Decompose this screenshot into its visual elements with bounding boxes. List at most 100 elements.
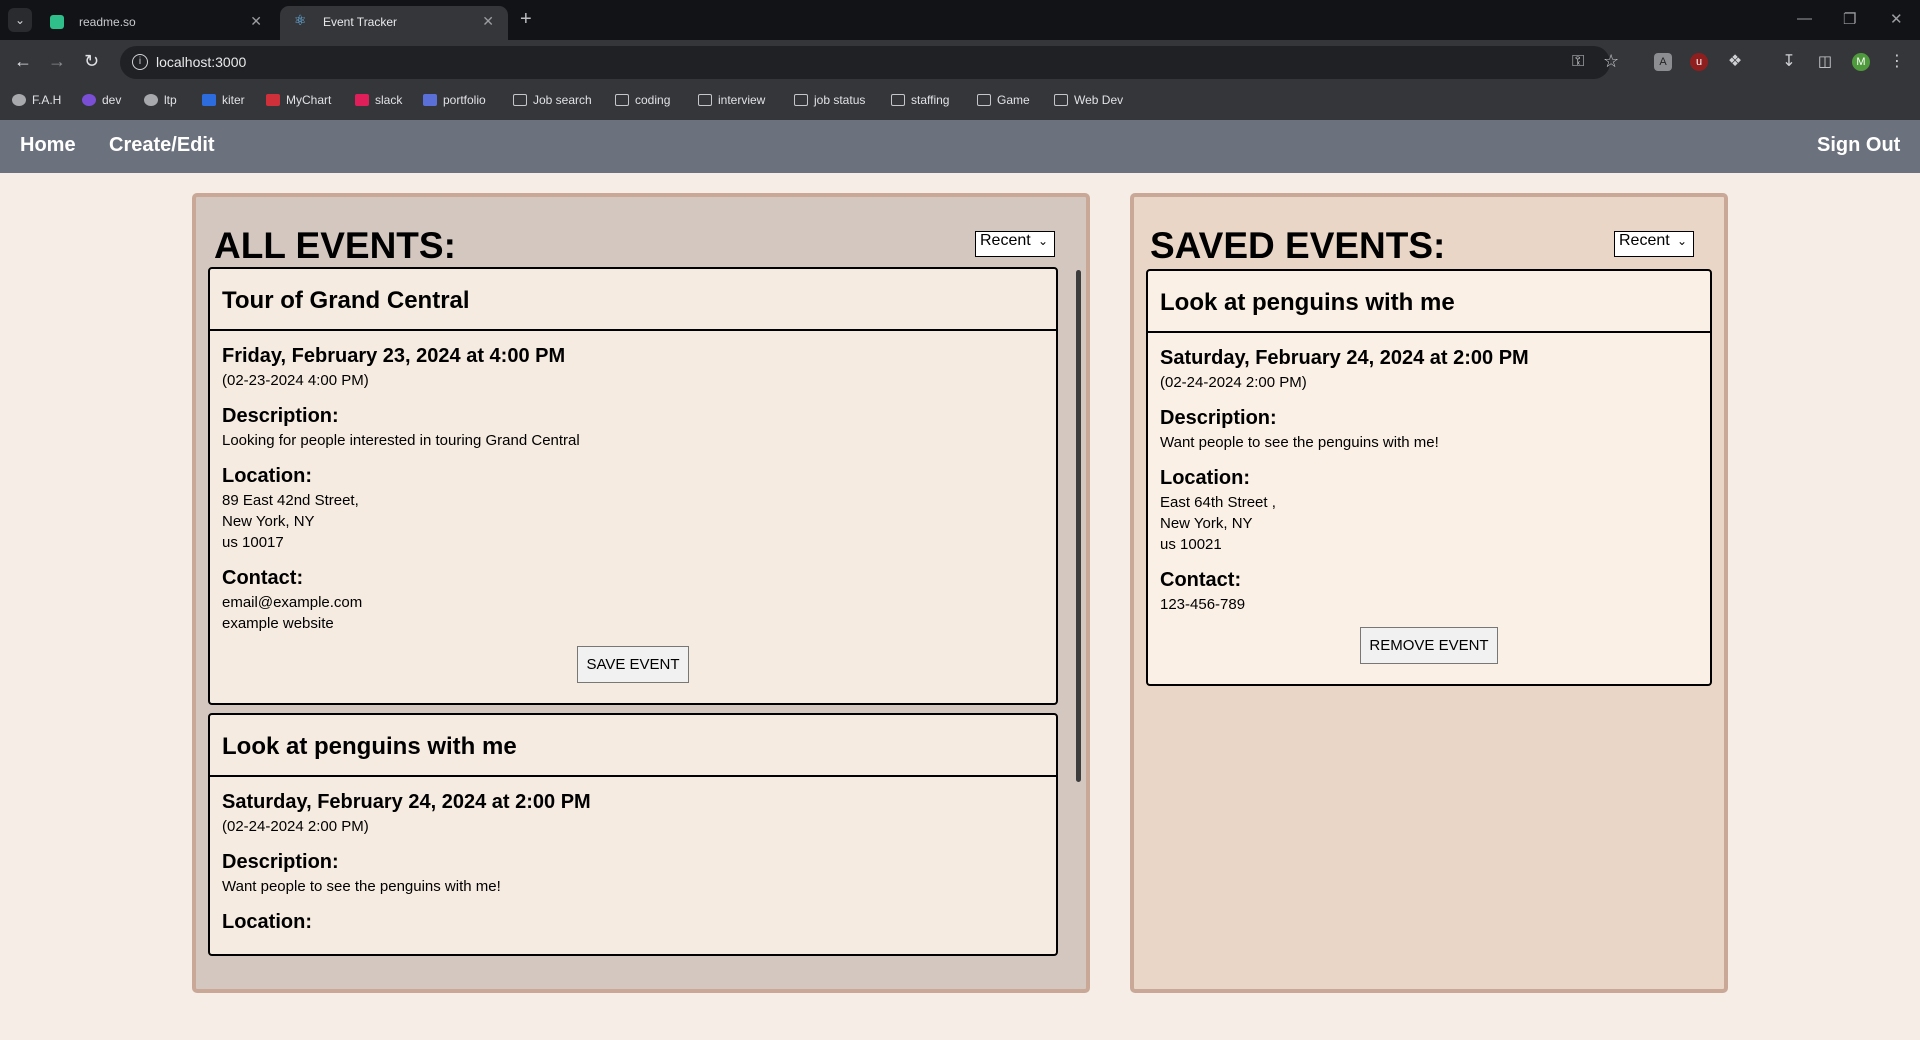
close-tab-icon[interactable]: ✕	[250, 13, 262, 30]
folder-icon	[977, 94, 991, 106]
bookmark-job-status[interactable]: job status	[794, 93, 865, 107]
saved-events-sort-select[interactable]: Recent ⌄	[1614, 231, 1694, 257]
readme-favicon-icon	[50, 15, 64, 29]
bookmark-kiter[interactable]: kiter	[202, 93, 245, 107]
extension-icon[interactable]: A	[1654, 53, 1672, 71]
extensions-puzzle-icon[interactable]: ❖	[1726, 53, 1744, 71]
event-details: Saturday, February 24, 2024 at 2:00 PM (…	[210, 777, 1056, 954]
location-line: 89 East 42nd Street,	[222, 492, 359, 509]
browser-tab-event-tracker[interactable]: ⚛ Event Tracker ✕	[280, 6, 508, 40]
bookmark-job-search[interactable]: Job search	[513, 93, 592, 107]
side-panel-icon[interactable]: ◫	[1816, 53, 1834, 71]
event-title: Look at penguins with me	[1148, 271, 1710, 333]
event-details: Friday, February 23, 2024 at 4:00 PM (02…	[210, 331, 1056, 703]
folder-icon	[698, 94, 712, 106]
close-tab-icon[interactable]: ✕	[482, 13, 494, 30]
all-events-list[interactable]: Tour of Grand Central Friday, February 2…	[208, 267, 1080, 965]
event-title: Look at penguins with me	[210, 715, 1056, 777]
globe-icon	[12, 94, 26, 106]
all-events-heading: ALL EVENTS:	[214, 225, 456, 266]
bookmark-fah[interactable]: F.A.H	[12, 93, 61, 107]
location-label: Location:	[1160, 467, 1250, 489]
menu-kebab-icon[interactable]: ⋮	[1888, 53, 1906, 71]
bookmark-mychart[interactable]: MyChart	[266, 93, 331, 107]
browser-tab-readme[interactable]: readme.so ✕	[36, 6, 276, 40]
url-text[interactable]: localhost:3000	[156, 54, 246, 70]
event-date-short: (02-24-2024 2:00 PM)	[1160, 374, 1307, 391]
bookmark-dev[interactable]: dev	[82, 93, 121, 107]
tab-search-chevron-icon[interactable]: ⌄	[8, 8, 32, 32]
mychart-icon	[266, 94, 280, 106]
bookmark-staffing[interactable]: staffing	[891, 93, 949, 107]
bookmark-slack[interactable]: slack	[355, 93, 402, 107]
location-label: Location:	[222, 465, 312, 487]
dev-icon	[82, 94, 96, 106]
sort-value: Recent	[1619, 232, 1670, 249]
bookmark-label: Game	[997, 93, 1030, 107]
nav-sign-out-link[interactable]: Sign Out	[1817, 134, 1900, 157]
browser-tab-strip: ⌄ readme.so ✕ ⚛ Event Tracker ✕ + — ❐ ✕	[0, 0, 1920, 40]
forward-arrow-icon[interactable]: →	[48, 51, 66, 72]
description-label: Description:	[222, 405, 339, 427]
globe-icon	[144, 94, 158, 106]
sort-value: Recent	[980, 232, 1031, 249]
saved-event-card: Look at penguins with me Saturday, Febru…	[1146, 269, 1712, 686]
download-icon[interactable]: ↧	[1780, 53, 1798, 71]
location-line: New York, NY	[1160, 515, 1253, 532]
all-events-sort-select[interactable]: Recent ⌄	[975, 231, 1055, 257]
location-line: New York, NY	[222, 513, 315, 530]
bookmark-label: kiter	[222, 93, 245, 107]
all-events-panel: ALL EVENTS: Recent ⌄ Tour of Grand Centr…	[192, 193, 1090, 993]
bookmark-interview[interactable]: interview	[698, 93, 765, 107]
scrollbar-thumb[interactable]	[1076, 270, 1081, 782]
event-date-long: Saturday, February 24, 2024 at 2:00 PM	[222, 791, 591, 813]
slack-icon	[355, 94, 369, 106]
location-line: East 64th Street ,	[1160, 494, 1276, 511]
description-label: Description:	[1160, 407, 1277, 429]
password-key-icon[interactable]: ⚿	[1572, 53, 1584, 71]
event-date-long: Friday, February 23, 2024 at 4:00 PM	[222, 345, 566, 367]
profile-avatar[interactable]: M	[1852, 53, 1870, 71]
browser-toolbar: ← → ↻ i localhost:3000 ⚿ ☆ A u ❖ ↧ ◫ M ⋮	[0, 40, 1920, 85]
bookmark-label: ltp	[164, 93, 177, 107]
bookmark-label: staffing	[911, 93, 950, 107]
bookmark-ltp[interactable]: ltp	[144, 93, 177, 107]
ublock-icon[interactable]: u	[1690, 53, 1708, 71]
save-event-button[interactable]: SAVE EVENT	[577, 646, 689, 683]
app-navbar: Home Create/Edit Sign Out	[0, 120, 1920, 173]
back-arrow-icon[interactable]: ←	[14, 51, 32, 72]
bookmarks-bar: F.A.H dev ltp kiter MyChart slack portfo…	[0, 85, 1920, 120]
bookmark-star-icon[interactable]: ☆	[1603, 51, 1619, 72]
location-line: us 10017	[222, 534, 284, 551]
contact-line: email@example.com	[222, 594, 363, 611]
tab-title: Event Tracker	[323, 15, 398, 29]
address-bar[interactable]: i localhost:3000 ⚿ ☆	[120, 46, 1619, 79]
chevron-down-icon: ⌄	[1037, 234, 1048, 248]
bookmark-portfolio[interactable]: portfolio	[423, 93, 486, 107]
bookmark-label: interview	[718, 93, 766, 107]
event-description: Looking for people interested in touring…	[222, 432, 580, 449]
contact-line: example website	[222, 615, 334, 632]
bookmark-web-dev[interactable]: Web Dev	[1054, 93, 1123, 107]
event-card: Tour of Grand Central Friday, February 2…	[208, 267, 1058, 705]
chevron-down-icon: ⌄	[1676, 234, 1687, 248]
bookmark-game[interactable]: Game	[977, 93, 1030, 107]
folder-icon	[891, 94, 905, 106]
contact-label: Contact:	[222, 567, 304, 589]
minimize-icon[interactable]: —	[1797, 10, 1812, 27]
site-info-icon[interactable]: i	[132, 54, 148, 70]
react-favicon-icon: ⚛	[294, 12, 307, 28]
new-tab-plus-icon[interactable]: +	[520, 8, 532, 31]
event-description: Want people to see the penguins with me!	[222, 878, 501, 895]
location-line: us 10021	[1160, 536, 1222, 553]
tab-title: readme.so	[79, 15, 136, 29]
close-window-icon[interactable]: ✕	[1890, 10, 1903, 28]
bookmark-coding[interactable]: coding	[615, 93, 670, 107]
restore-icon[interactable]: ❐	[1843, 10, 1856, 28]
nav-create-edit-link[interactable]: Create/Edit	[109, 134, 215, 157]
nav-home-link[interactable]: Home	[20, 134, 76, 157]
bookmark-label: portfolio	[443, 93, 486, 107]
reload-icon[interactable]: ↻	[84, 51, 99, 72]
saved-events-panel: SAVED EVENTS: Recent ⌄ Look at penguins …	[1130, 193, 1728, 993]
remove-event-button[interactable]: REMOVE EVENT	[1360, 627, 1498, 664]
